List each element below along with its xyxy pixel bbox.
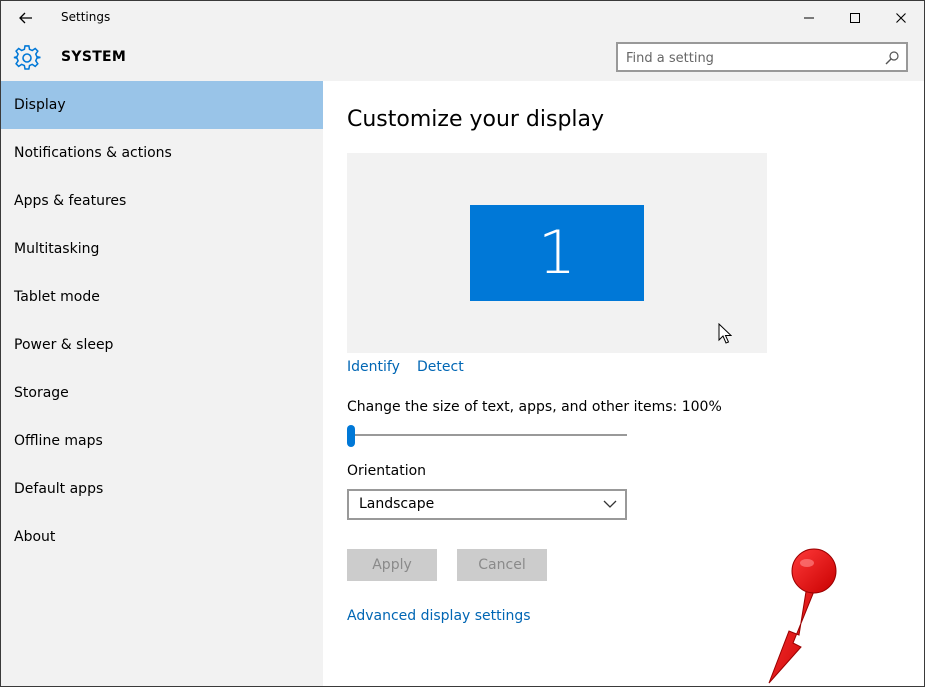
cancel-button[interactable]: Cancel bbox=[457, 549, 547, 581]
orientation-label: Orientation bbox=[347, 463, 427, 479]
sidebar-item-storage[interactable]: Storage bbox=[1, 369, 323, 417]
sidebar-item-label: Multitasking bbox=[14, 241, 100, 257]
sidebar-item-label: About bbox=[14, 529, 56, 545]
sidebar-item-tablet-mode[interactable]: Tablet mode bbox=[1, 273, 323, 321]
display-arrangement-area[interactable]: 1 bbox=[347, 153, 767, 353]
maximize-button[interactable] bbox=[832, 1, 878, 35]
settings-window: Settings SYSTEM Find a setting Display N… bbox=[0, 0, 925, 687]
sidebar-item-label: Power & sleep bbox=[14, 337, 114, 353]
monitor-number: 1 bbox=[537, 218, 577, 288]
chevron-down-icon bbox=[603, 500, 617, 508]
search-box[interactable] bbox=[616, 42, 908, 72]
maximize-icon bbox=[850, 13, 860, 23]
page-title: Customize your display bbox=[347, 107, 605, 132]
minimize-button[interactable] bbox=[786, 1, 832, 35]
back-arrow-icon bbox=[19, 12, 32, 24]
mouse-cursor-icon bbox=[718, 323, 732, 344]
annotation-arrow-icon bbox=[768, 548, 837, 684]
sidebar-item-multitasking[interactable]: Multitasking bbox=[1, 225, 323, 273]
detect-link[interactable]: Detect bbox=[417, 359, 464, 375]
orientation-value: Landscape bbox=[359, 496, 435, 512]
gear-icon bbox=[13, 45, 41, 70]
identify-link[interactable]: Identify bbox=[347, 359, 400, 375]
monitor-tile[interactable]: 1 bbox=[470, 205, 644, 301]
sidebar-item-about[interactable]: About bbox=[1, 513, 323, 561]
orientation-dropdown[interactable]: Landscape bbox=[347, 489, 627, 520]
title-bar: Settings bbox=[1, 1, 924, 35]
sidebar-item-label: Apps & features bbox=[14, 193, 127, 209]
sidebar-item-apps-features[interactable]: Apps & features bbox=[1, 177, 323, 225]
sidebar-item-label: Tablet mode bbox=[14, 289, 100, 305]
sidebar-item-display[interactable]: Display bbox=[1, 81, 323, 129]
sidebar-item-label: Default apps bbox=[14, 481, 104, 497]
settings-header: SYSTEM bbox=[1, 35, 924, 81]
display-settings-pane: Customize your display 1 Identify Detect… bbox=[323, 81, 924, 686]
apply-button-label: Apply bbox=[372, 557, 412, 573]
close-button[interactable] bbox=[878, 1, 924, 35]
close-icon bbox=[896, 13, 906, 23]
sidebar-item-default-apps[interactable]: Default apps bbox=[1, 465, 323, 513]
search-icon[interactable] bbox=[884, 50, 900, 66]
search-input[interactable] bbox=[626, 49, 876, 67]
cancel-button-label: Cancel bbox=[478, 557, 526, 573]
sidebar-item-label: Offline maps bbox=[14, 433, 103, 449]
sidebar-item-label: Display bbox=[14, 97, 66, 113]
sidebar-item-offline-maps[interactable]: Offline maps bbox=[1, 417, 323, 465]
advanced-display-settings-link[interactable]: Advanced display settings bbox=[347, 608, 531, 624]
apply-button[interactable]: Apply bbox=[347, 549, 437, 581]
sidebar-item-notifications[interactable]: Notifications & actions bbox=[1, 129, 323, 177]
minimize-icon bbox=[804, 17, 814, 19]
sidebar-nav: Display Notifications & actions Apps & f… bbox=[1, 81, 323, 686]
sidebar-item-label: Storage bbox=[14, 385, 69, 401]
scale-slider-thumb[interactable] bbox=[347, 425, 355, 447]
scale-label: Change the size of text, apps, and other… bbox=[347, 399, 722, 415]
section-title: SYSTEM bbox=[61, 49, 127, 65]
sidebar-item-label: Notifications & actions bbox=[14, 145, 172, 161]
scale-slider-track[interactable] bbox=[347, 434, 627, 436]
window-title: Settings bbox=[61, 10, 111, 24]
back-button[interactable] bbox=[9, 3, 43, 33]
sidebar-item-power-sleep[interactable]: Power & sleep bbox=[1, 321, 323, 369]
